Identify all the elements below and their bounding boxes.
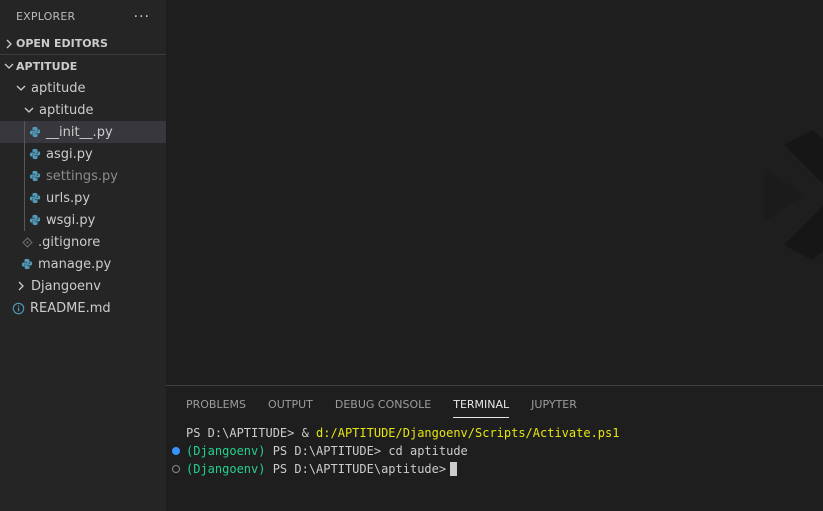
tab-jupyter[interactable]: JUPYTER bbox=[531, 386, 577, 422]
indent-guide bbox=[24, 143, 25, 165]
tree-item-label: manage.py bbox=[38, 256, 112, 272]
chevron-right-icon bbox=[14, 279, 28, 293]
terminal-output[interactable]: PS D:\APTITUDE> & d:/APTITUDE/Djangoenv/… bbox=[166, 422, 823, 478]
tab-output[interactable]: OUTPUT bbox=[268, 386, 313, 422]
open-editors-section[interactable]: OPEN EDITORS bbox=[0, 33, 166, 55]
indent-guide bbox=[24, 187, 25, 209]
terminal-line: PS D:\APTITUDE> & d:/APTITUDE/Djangoenv/… bbox=[186, 424, 823, 442]
python-file-icon bbox=[28, 125, 42, 139]
python-file-icon bbox=[28, 191, 42, 205]
tree-item-label: __init__.py bbox=[46, 124, 113, 140]
tree-file-manage[interactable]: manage.py bbox=[0, 253, 166, 275]
tree-file-init[interactable]: __init__.py bbox=[0, 121, 166, 143]
tree-file-urls[interactable]: urls.py bbox=[0, 187, 166, 209]
terminal-cursor bbox=[450, 462, 458, 476]
git-icon bbox=[20, 235, 34, 249]
command-success-decoration-icon[interactable] bbox=[172, 447, 180, 455]
workspace-section[interactable]: APTITUDE bbox=[0, 55, 166, 77]
terminal-line: (Djangoenv) PS D:\APTITUDE\aptitude> bbox=[172, 460, 823, 478]
tree-item-label: aptitude bbox=[31, 80, 86, 96]
tree-file-wsgi[interactable]: wsgi.py bbox=[0, 209, 166, 231]
tree-item-label: urls.py bbox=[46, 190, 91, 206]
tree-item-label: settings.py bbox=[46, 168, 118, 184]
tree-item-label: .gitignore bbox=[38, 234, 101, 250]
open-editors-label: OPEN EDITORS bbox=[16, 37, 108, 50]
vscode-logo-watermark bbox=[764, 120, 823, 274]
terminal-line: (Djangoenv) PS D:\APTITUDE> cd aptitude bbox=[172, 442, 823, 460]
indent-guide bbox=[24, 121, 25, 143]
info-icon bbox=[11, 301, 25, 315]
tree-file-gitignore[interactable]: .gitignore bbox=[0, 231, 166, 253]
tree-folder-aptitude[interactable]: aptitude bbox=[0, 77, 166, 99]
chevron-down-icon bbox=[14, 81, 28, 95]
editor-area bbox=[166, 0, 823, 385]
explorer-sidebar: EXPLORER ··· OPEN EDITORS APTITUDE aptit… bbox=[0, 0, 166, 511]
tree-folder-aptitude-inner[interactable]: aptitude bbox=[0, 99, 166, 121]
tab-debug-console[interactable]: DEBUG CONSOLE bbox=[335, 386, 431, 422]
python-file-icon bbox=[28, 213, 42, 227]
panel-tabs: PROBLEMS OUTPUT DEBUG CONSOLE TERMINAL J… bbox=[166, 386, 823, 422]
terminal-venv: (Djangoenv) bbox=[186, 444, 266, 458]
tree-item-label: asgi.py bbox=[46, 146, 93, 162]
tree-file-asgi[interactable]: asgi.py bbox=[0, 143, 166, 165]
workspace-label: APTITUDE bbox=[16, 59, 78, 73]
tree-item-label: wsgi.py bbox=[46, 212, 96, 228]
tab-terminal[interactable]: TERMINAL bbox=[453, 386, 509, 422]
chevron-down-icon bbox=[2, 59, 16, 73]
terminal-venv: (Djangoenv) bbox=[186, 462, 266, 476]
terminal-prompt: PS D:\APTITUDE> & bbox=[186, 426, 317, 440]
chevron-right-icon bbox=[2, 37, 16, 51]
tree-item-label: Djangoenv bbox=[31, 278, 101, 294]
command-pending-decoration-icon[interactable] bbox=[172, 465, 180, 473]
tree-file-settings[interactable]: settings.py bbox=[0, 165, 166, 187]
python-file-icon bbox=[28, 147, 42, 161]
terminal-prompt: PS D:\APTITUDE> bbox=[265, 444, 389, 458]
python-file-icon bbox=[20, 257, 34, 271]
more-actions-icon[interactable]: ··· bbox=[134, 9, 150, 25]
explorer-header: EXPLORER ··· bbox=[0, 0, 166, 33]
tree-folder-djangoenv[interactable]: Djangoenv bbox=[0, 275, 166, 297]
indent-guide bbox=[24, 165, 25, 187]
chevron-down-icon bbox=[22, 103, 36, 117]
tree-item-label: aptitude bbox=[39, 102, 94, 118]
terminal-command: cd aptitude bbox=[388, 444, 468, 458]
terminal-prompt: PS D:\APTITUDE\aptitude> bbox=[265, 462, 447, 476]
bottom-panel: PROBLEMS OUTPUT DEBUG CONSOLE TERMINAL J… bbox=[166, 385, 823, 511]
tree-item-label: README.md bbox=[30, 300, 111, 316]
tree-file-readme[interactable]: README.md bbox=[0, 297, 166, 319]
python-file-icon bbox=[28, 169, 42, 183]
terminal-command: d:/APTITUDE/Djangoenv/Scripts/Activate.p… bbox=[316, 426, 620, 440]
indent-guide bbox=[24, 209, 25, 231]
tab-problems[interactable]: PROBLEMS bbox=[186, 386, 246, 422]
explorer-title: EXPLORER bbox=[16, 10, 76, 23]
